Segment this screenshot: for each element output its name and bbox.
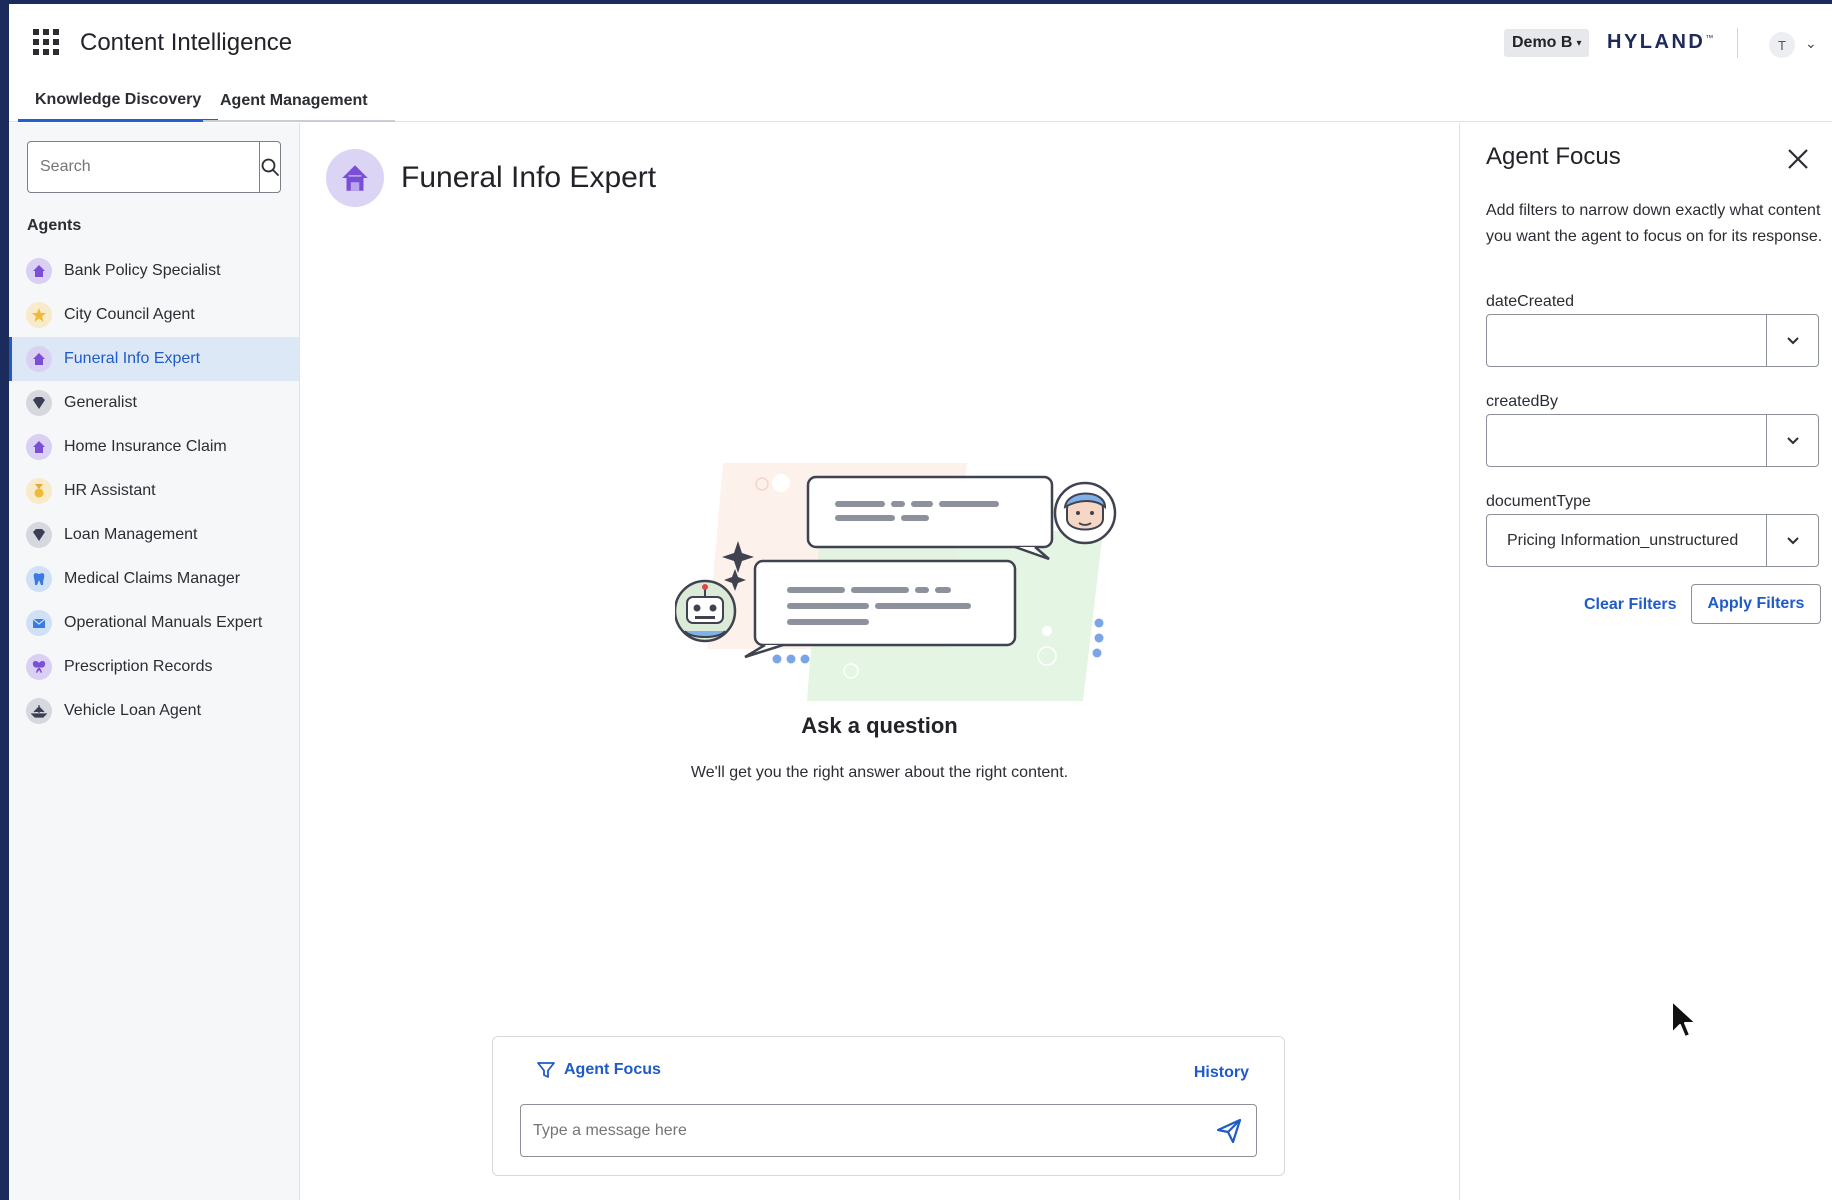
agent-item-operational-manuals-expert[interactable]: Operational Manuals Expert xyxy=(9,601,299,645)
agent-focus-label: Agent Focus xyxy=(564,1061,661,1078)
ship-icon xyxy=(26,698,52,724)
filter-label-created-by: createdBy xyxy=(1486,393,1559,410)
agent-list: Bank Policy Specialist City Council Agen… xyxy=(9,249,299,733)
panel-title: Agent Focus xyxy=(1486,143,1621,170)
app-window: Content Intelligence Demo B ▾ HYLAND™ T … xyxy=(9,4,1832,1200)
agent-item-medical-claims-manager[interactable]: Medical Claims Manager xyxy=(9,557,299,601)
chat-area: Funeral Info Expert Ask a question We'll… xyxy=(300,123,1459,1200)
butterfly-icon xyxy=(26,654,52,680)
agent-item-vehicle-loan-agent[interactable]: Vehicle Loan Agent xyxy=(9,689,299,733)
tooth-icon xyxy=(26,566,52,592)
agent-item-label: City Council Agent xyxy=(64,306,195,323)
medal-icon xyxy=(26,478,52,504)
message-input[interactable] xyxy=(521,1121,1202,1140)
send-icon xyxy=(1216,1118,1242,1143)
chevron-down-icon[interactable]: ⌄ xyxy=(1805,35,1817,52)
chevron-down-icon xyxy=(1766,415,1818,466)
agent-item-home-insurance-claim[interactable]: Home Insurance Claim xyxy=(9,425,299,469)
house-icon xyxy=(26,434,52,460)
agent-item-label: Prescription Records xyxy=(64,658,213,675)
diamond-icon xyxy=(26,390,52,416)
agent-item-label: Loan Management xyxy=(64,526,198,543)
header-divider xyxy=(1737,28,1738,58)
select-value: Pricing Information_unstructured xyxy=(1507,531,1739,549)
search-button[interactable] xyxy=(259,142,280,192)
agent-item-funeral-info-expert[interactable]: Funeral Info Expert xyxy=(9,337,299,381)
agent-item-label: Funeral Info Expert xyxy=(64,350,201,367)
agent-item-label: Medical Claims Manager xyxy=(64,570,241,587)
main-tabs: Knowledge Discovery Agent Management xyxy=(9,80,1832,122)
brand-logo: HYLAND™ xyxy=(1607,31,1714,53)
tab-underline xyxy=(203,120,395,122)
message-field xyxy=(520,1104,1257,1157)
chevron-down-icon xyxy=(1766,515,1818,566)
star-icon xyxy=(26,302,52,328)
agent-item-label: Operational Manuals Expert xyxy=(64,614,263,631)
agent-title: Funeral Info Expert xyxy=(401,161,657,194)
agent-item-city-council-agent[interactable]: City Council Agent xyxy=(9,293,299,337)
app-grid-icon[interactable] xyxy=(32,28,60,56)
agent-item-hr-assistant[interactable]: HR Assistant xyxy=(9,469,299,513)
tab-knowledge-discovery[interactable]: Knowledge Discovery xyxy=(18,80,219,122)
search-field xyxy=(27,141,281,193)
chevron-down-icon xyxy=(1766,315,1818,366)
empty-state-title: Ask a question xyxy=(801,713,958,738)
house-icon xyxy=(326,149,384,207)
close-icon[interactable] xyxy=(1785,146,1811,172)
panel-description: Add filters to narrow down exactly what … xyxy=(1486,202,1823,245)
sidebar: Agents Bank Policy Specialist City Counc… xyxy=(9,123,300,1200)
agent-item-label: Vehicle Loan Agent xyxy=(64,702,202,719)
agent-item-label: Bank Policy Specialist xyxy=(64,262,221,279)
document-type-select[interactable]: Pricing Information_unstructured xyxy=(1486,514,1819,567)
agent-item-label: Generalist xyxy=(64,394,137,411)
envelope-icon xyxy=(26,610,52,636)
tenant-selector[interactable]: Demo B ▾ xyxy=(1504,29,1590,57)
diamond-icon xyxy=(26,522,52,548)
tenant-label: Demo B xyxy=(1512,34,1573,51)
house-icon xyxy=(26,346,52,372)
agent-focus-panel: Agent Focus Add filters to narrow down e… xyxy=(1459,123,1832,1200)
app-title: Content Intelligence xyxy=(80,29,293,56)
agent-item-label: HR Assistant xyxy=(64,482,156,499)
tab-agent-management[interactable]: Agent Management xyxy=(203,80,385,122)
top-bar: Content Intelligence Demo B ▾ HYLAND™ T … xyxy=(9,4,1832,80)
agent-focus-button[interactable]: Agent Focus xyxy=(536,1060,661,1080)
history-button[interactable]: History xyxy=(1194,1064,1249,1082)
empty-state-subtitle: We'll get you the right answer about the… xyxy=(690,764,1069,781)
house-icon xyxy=(26,258,52,284)
agent-item-prescription-records[interactable]: Prescription Records xyxy=(9,645,299,689)
filter-label-document-type: documentType xyxy=(1486,493,1591,510)
agent-item-label: Home Insurance Claim xyxy=(64,438,227,455)
agents-heading: Agents xyxy=(27,217,82,234)
filter-label-date-created: dateCreated xyxy=(1486,293,1575,310)
search-icon xyxy=(261,158,279,176)
user-avatar[interactable]: T xyxy=(1769,32,1795,58)
filter-icon xyxy=(537,1062,555,1078)
agent-item-generalist[interactable]: Generalist xyxy=(9,381,299,425)
created-by-select[interactable] xyxy=(1486,414,1819,467)
message-composer: Agent Focus History xyxy=(492,1036,1285,1176)
chat-illustration xyxy=(675,463,1117,701)
agent-item-loan-management[interactable]: Loan Management xyxy=(9,513,299,557)
clear-filters-button[interactable]: Clear Filters xyxy=(1584,596,1676,614)
agent-item-bank-policy-specialist[interactable]: Bank Policy Specialist xyxy=(9,249,299,293)
date-created-select[interactable] xyxy=(1486,314,1819,367)
search-input[interactable] xyxy=(28,142,259,192)
chevron-down-icon: ▾ xyxy=(1576,37,1582,49)
apply-filters-button[interactable]: Apply Filters xyxy=(1691,584,1821,624)
send-button[interactable] xyxy=(1202,1117,1256,1145)
